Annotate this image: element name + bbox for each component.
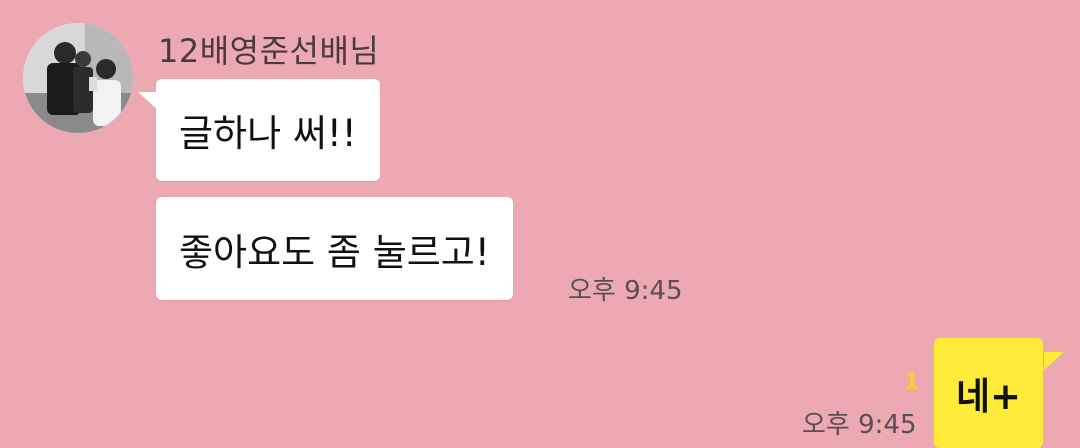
my-message-bubble[interactable]: 네+: [934, 338, 1044, 448]
message-text: 좋아요도 좀 눌르고!: [179, 230, 490, 274]
message-time: 오후 9:45: [568, 276, 683, 306]
message-text: 네+: [956, 375, 1022, 418]
sender-avatar[interactable]: [23, 23, 133, 133]
unread-count-badge: 1: [904, 370, 920, 395]
message-text: 글하나 써!!: [179, 112, 357, 155]
bubble-tail: [1044, 352, 1064, 370]
avatar-photo: [23, 23, 133, 133]
bubble-tail: [138, 92, 158, 110]
message-bubble[interactable]: 좋아요도 좀 눌르고!: [156, 197, 513, 300]
message-time: 오후 9:45: [802, 410, 917, 440]
message-bubble[interactable]: 글하나 써!!: [156, 79, 380, 181]
sender-name: 12배영준선배님: [158, 32, 380, 70]
